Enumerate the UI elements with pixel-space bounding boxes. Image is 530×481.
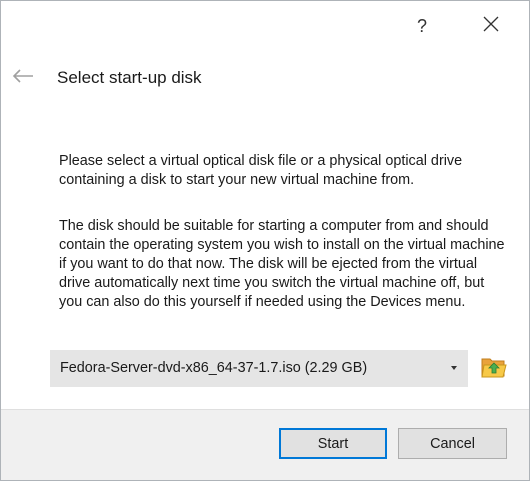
back-button[interactable] [10,65,36,91]
select-startup-disk-dialog: ? Select start-up disk Please select a v… [0,0,530,481]
disk-select-value: Fedora-Server-dvd-x86_64-37-1.7.iso (2.2… [60,360,368,376]
help-button[interactable]: ? [399,1,445,51]
instruction-text: Please select a virtual optical disk fil… [59,153,463,188]
page-title: Select start-up disk [57,68,202,87]
chevron-down-icon [451,366,457,370]
title-bar: ? [1,1,529,51]
dialog-footer: Start Cancel [1,409,529,480]
browse-disk-button[interactable] [479,354,509,384]
start-button[interactable]: Start [279,428,387,459]
description-text: The disk should be suitable for starting… [59,218,505,310]
disk-select-combobox[interactable]: Fedora-Server-dvd-x86_64-37-1.7.iso (2.2… [50,350,468,387]
cancel-button[interactable]: Cancel [398,428,507,459]
close-button[interactable] [468,1,514,51]
folder-open-icon [481,355,507,384]
close-icon [483,16,499,37]
arrow-left-icon [12,68,34,89]
help-icon: ? [416,15,427,36]
